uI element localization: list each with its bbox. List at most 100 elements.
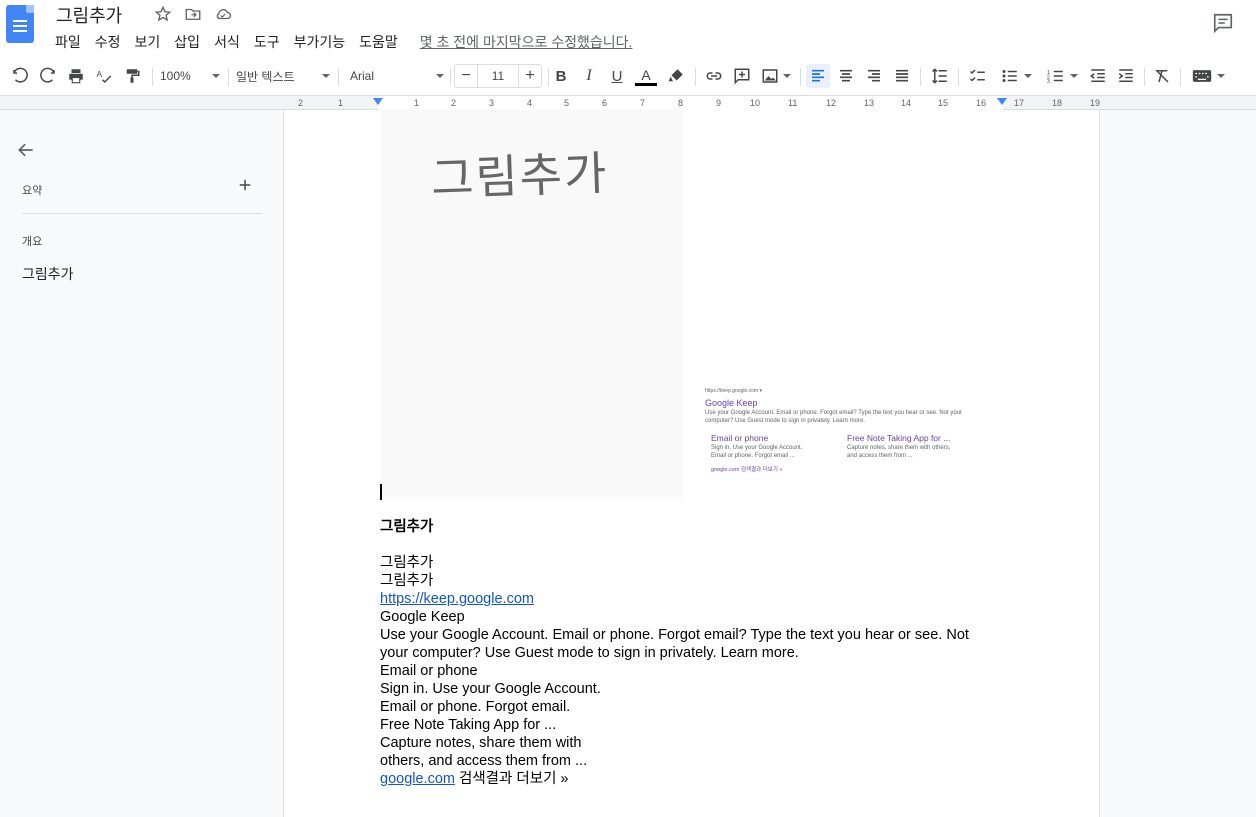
highlight-icon[interactable]	[664, 64, 688, 88]
italic-icon[interactable]: I	[578, 64, 600, 88]
insert-link-icon[interactable]	[702, 64, 726, 88]
line-spacing-icon[interactable]	[928, 64, 952, 88]
last-edit-link[interactable]: 몇 초 전에 마지막으로 수정했습니다.	[420, 32, 633, 52]
decrease-indent-icon[interactable]	[1086, 64, 1110, 88]
outline-label: 개요	[22, 236, 43, 248]
style-value: 일반 텍스트	[236, 69, 295, 84]
style-select[interactable]: 일반 텍스트	[236, 64, 330, 88]
move-folder-icon[interactable]	[182, 4, 204, 24]
result-sub2-title: Free Note Taking App for ...	[847, 433, 951, 443]
menu-tools[interactable]: 도구	[254, 32, 280, 52]
menu-insert[interactable]: 삽입	[174, 32, 200, 52]
handwriting-image[interactable]: 그림추가	[381, 110, 683, 497]
handwriting-text: 그림추가	[430, 145, 610, 207]
clear-formatting-icon[interactable]	[1150, 64, 1174, 88]
align-center-icon[interactable]	[834, 64, 858, 88]
google-link[interactable]: google.com	[380, 771, 455, 787]
add-comment-icon[interactable]	[730, 64, 754, 88]
ruler-label: 15	[938, 98, 949, 108]
docs-logo-icon[interactable]	[6, 5, 34, 43]
body-line: others, and access them from ...	[380, 753, 588, 769]
undo-icon[interactable]	[8, 64, 32, 88]
keep-link[interactable]: https://keep.google.com	[380, 591, 534, 607]
menu-addons[interactable]: 부가기능	[294, 32, 346, 52]
document-page[interactable]: 그림추가 https://keep.google.com ▾ Google Ke…	[283, 110, 1100, 817]
font-size-input[interactable]: 11	[477, 64, 519, 88]
ruler-label: 7	[640, 98, 646, 108]
bulleted-list-icon[interactable]	[996, 64, 1036, 88]
ruler-label: 18	[1052, 98, 1063, 108]
right-indent-marker[interactable]	[997, 98, 1007, 105]
document-title[interactable]: 그림추가	[56, 2, 122, 28]
body-line: Google Keep	[380, 609, 465, 625]
comment-history-icon[interactable]	[1212, 12, 1234, 39]
result-title: Google Keep	[705, 398, 758, 408]
text-cursor	[380, 484, 382, 500]
chevron-down-icon	[212, 74, 220, 78]
left-indent-marker[interactable]	[373, 98, 383, 105]
redo-icon[interactable]	[36, 64, 60, 88]
ruler-label: 6	[602, 98, 608, 108]
zoom-value: 100%	[160, 69, 191, 83]
star-icon[interactable]	[152, 4, 174, 24]
chevron-down-icon	[436, 74, 444, 78]
ruler-label: 8	[678, 98, 684, 108]
font-select[interactable]: Arial	[350, 64, 444, 88]
result-sub2-text: Capture notes, share them with others, a…	[847, 445, 951, 459]
ruler-label: 16	[976, 98, 987, 108]
spellcheck-icon[interactable]: A	[92, 64, 116, 88]
font-value: Arial	[350, 69, 375, 83]
ruler-label: 17	[1014, 98, 1025, 108]
align-left-icon[interactable]	[806, 64, 830, 88]
align-right-icon[interactable]	[862, 64, 886, 88]
checklist-icon[interactable]	[966, 64, 990, 88]
svg-text:3: 3	[1047, 79, 1050, 85]
result-sub1-title: Email or phone	[711, 433, 769, 443]
increase-indent-icon[interactable]	[1114, 64, 1138, 88]
bold-icon[interactable]: B	[550, 64, 572, 88]
ruler-label: 4	[527, 98, 533, 108]
menu-edit[interactable]: 수정	[95, 32, 121, 52]
summary-label: 요약	[22, 185, 43, 197]
result-snippet: Use your Google Account. Email or phone.…	[705, 410, 963, 424]
menu-file[interactable]: 파일	[55, 32, 81, 52]
font-size-increase-button[interactable]: +	[518, 64, 542, 88]
ruler-label: 12	[826, 98, 837, 108]
zoom-select[interactable]: 100%	[160, 64, 220, 88]
menu-format[interactable]: 서식	[214, 32, 240, 52]
result-more: google.com 검색결과 더보기 »	[711, 467, 783, 473]
underline-icon[interactable]: U	[606, 64, 628, 88]
menu-help[interactable]: 도움말	[359, 32, 398, 52]
cloud-status-icon[interactable]	[212, 4, 234, 24]
document-body[interactable]: 그림추가 그림추가 그림추가 https://keep.google.com G…	[380, 518, 1000, 788]
search-result-image[interactable]: https://keep.google.com ▾ Google Keep Us…	[705, 387, 975, 474]
document-outline-panel: 요약 개요 그림추가	[0, 110, 283, 817]
divider	[22, 213, 262, 214]
title-bar: 그림추가 파일 수정 보기 삽입 서식 도구 부가기능 도움말 몇 초 전에 마…	[0, 0, 1256, 58]
back-arrow-icon[interactable]	[16, 140, 36, 165]
ruler-label: 9	[716, 98, 722, 108]
font-size-decrease-button[interactable]: −	[454, 64, 478, 88]
menu-view[interactable]: 보기	[135, 32, 161, 52]
insert-image-icon[interactable]	[758, 64, 794, 88]
align-justify-icon[interactable]	[890, 64, 914, 88]
input-tools-icon[interactable]	[1188, 64, 1228, 88]
ruler-label: 2	[298, 98, 304, 108]
text-color-icon[interactable]: A	[634, 64, 658, 88]
svg-text:A: A	[97, 70, 103, 79]
paint-format-icon[interactable]	[120, 64, 144, 88]
body-paragraph: Use your Google Account. Email or phone.…	[380, 627, 969, 661]
heading-text: 그림추가	[380, 519, 434, 535]
outline-item[interactable]: 그림추가	[22, 264, 74, 284]
ruler-label: 1	[414, 98, 420, 108]
ruler-label: 11	[788, 98, 798, 108]
numbered-list-icon[interactable]: 123	[1042, 64, 1082, 88]
add-summary-icon[interactable]	[238, 178, 252, 197]
print-icon[interactable]	[64, 64, 88, 88]
body-line: Sign in. Use your Google Account.	[380, 681, 601, 697]
ruler-label: 2	[451, 98, 457, 108]
ruler-label: 5	[564, 98, 570, 108]
result-url: https://keep.google.com ▾	[705, 388, 762, 394]
ruler-label: 14	[901, 98, 912, 108]
more-results-text: 검색결과 더보기 »	[454, 771, 569, 787]
